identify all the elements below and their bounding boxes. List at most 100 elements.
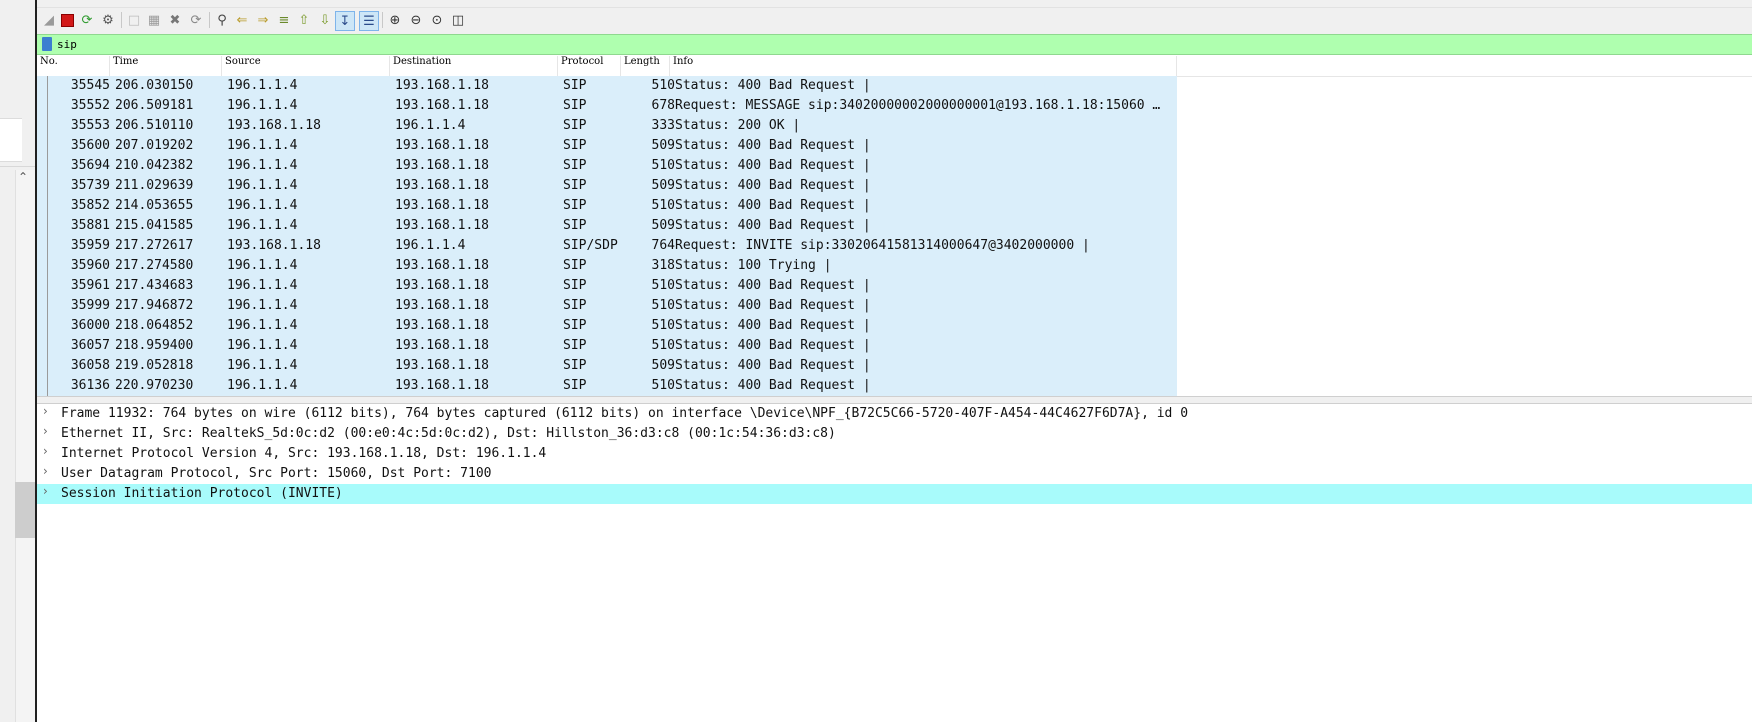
expand-arrow-icon[interactable]: › [43,404,48,418]
cell-proto: SIP/SDP [563,238,618,253]
cell-info: Status: 400 Bad Request | [675,138,871,153]
cell-proto: SIP [563,258,587,273]
table-row[interactable]: 36058 219.052818 196.1.1.4 193.168.1.18 SIP 5… [37,356,1177,376]
table-row[interactable]: 35552 206.509181 196.1.1.4 193.168.1.18 SIP 6… [37,96,1177,116]
cell-time: 206.510110 [115,118,194,133]
cell-src: 196.1.1.4 [227,318,298,333]
bookmark-icon[interactable] [42,37,52,51]
cell-dst: 193.168.1.18 [395,318,489,333]
column-header-info[interactable]: Info [670,56,1177,76]
detail-tree-item[interactable]: › Ethernet II, Src: RealtekS_5d:0c:d2 (00… [37,424,1752,444]
cell-len: 510 [651,158,675,173]
colorize-icon[interactable]: ☰ [359,11,379,31]
cell-proto: SIP [563,198,587,213]
pane-splitter[interactable] [37,396,1752,404]
cell-proto: SIP [563,118,587,133]
restart-icon[interactable]: ⟳ [78,11,96,29]
normal-size-icon[interactable]: ⊙ [428,11,446,29]
table-row[interactable]: 35999 217.946872 196.1.1.4 193.168.1.18 SIP 5… [37,296,1177,316]
close-file-icon[interactable]: ✖ [166,11,184,29]
detail-tree-item[interactable]: › Internet Protocol Version 4, Src: 193.1… [37,444,1752,464]
cell-len: 509 [651,358,675,373]
cell-src: 196.1.1.4 [227,298,298,313]
last-packet-icon[interactable]: ⇩ [316,11,334,29]
back-icon[interactable]: ⇐ [233,11,251,29]
cell-dst: 196.1.1.4 [395,238,466,253]
column-header-time[interactable]: Time [110,56,222,76]
cell-proto: SIP [563,98,587,113]
goto-packet-icon[interactable]: ≡ [275,11,293,29]
expand-arrow-icon[interactable]: › [43,484,48,498]
table-row[interactable]: 35545 206.030150 196.1.1.4 193.168.1.18 SIP 5… [37,76,1177,96]
column-header-protocol[interactable]: Protocol [558,56,621,76]
cell-len: 510 [651,78,675,93]
save-icon[interactable]: ▦ [145,11,163,29]
forward-icon[interactable]: ⇒ [254,11,272,29]
table-row[interactable]: 35881 215.041585 196.1.1.4 193.168.1.18 SIP 5… [37,216,1177,236]
options-icon[interactable]: ⚙ [99,11,117,29]
resize-columns-icon[interactable]: ◫ [449,11,467,29]
table-row[interactable]: 36136 220.970230 196.1.1.4 193.168.1.18 SIP 5… [37,376,1177,396]
column-header-length[interactable]: Length [621,56,670,76]
cell-len: 509 [651,218,675,233]
display-filter-input[interactable] [57,36,1737,52]
column-header-destination[interactable]: Destination [390,56,558,76]
cell-src: 196.1.1.4 [227,198,298,213]
cell-src: 196.1.1.4 [227,338,298,353]
cell-proto: SIP [563,278,587,293]
side-divider [0,166,36,167]
open-icon[interactable]: □ [125,11,143,29]
detail-tree-item[interactable]: › Session Initiation Protocol (INVITE) [37,484,1752,504]
cell-time: 214.053655 [115,198,194,213]
expand-arrow-icon[interactable]: › [43,424,48,438]
cell-dst: 193.168.1.18 [395,98,489,113]
cell-info: Status: 400 Bad Request | [675,198,871,213]
cell-dst: 193.168.1.18 [395,358,489,373]
cell-time: 217.946872 [115,298,194,313]
cell-proto: SIP [563,138,587,153]
table-row[interactable]: 35600 207.019202 196.1.1.4 193.168.1.18 SIP 5… [37,136,1177,156]
cell-len: 510 [651,318,675,333]
table-row[interactable]: 35961 217.434683 196.1.1.4 193.168.1.18 SIP 5… [37,276,1177,296]
table-row[interactable]: 35960 217.274580 196.1.1.4 193.168.1.18 SIP 3… [37,256,1177,276]
find-icon[interactable]: ⚲ [213,11,231,29]
column-header-source[interactable]: Source [222,56,390,76]
zoom-in-icon[interactable]: ⊕ [386,11,404,29]
cell-info: Status: 400 Bad Request | [675,78,871,93]
side-scrollbar-thumb[interactable] [15,482,36,538]
autoscroll-icon[interactable]: ↧ [335,11,355,31]
table-row[interactable]: 36000 218.064852 196.1.1.4 193.168.1.18 SIP 5… [37,316,1177,336]
detail-tree-item[interactable]: › User Datagram Protocol, Src Port: 15060… [37,464,1752,484]
cell-src: 196.1.1.4 [227,278,298,293]
expand-arrow-icon[interactable]: › [43,464,48,478]
collapse-caret-icon[interactable]: ⌃ [18,170,28,184]
shark-fin-icon[interactable]: ◢ [40,11,58,29]
cell-dst: 193.168.1.18 [395,198,489,213]
expand-arrow-icon[interactable]: › [43,444,48,458]
table-row[interactable]: 35694 210.042382 196.1.1.4 193.168.1.18 SIP 5… [37,156,1177,176]
reload-icon[interactable]: ⟳ [187,11,205,29]
cell-len: 510 [651,338,675,353]
zoom-out-icon[interactable]: ⊖ [407,11,425,29]
table-row[interactable]: 35553 206.510110 193.168.1.18 196.1.1.4 SIP 3… [37,116,1177,136]
cell-time: 217.274580 [115,258,194,273]
side-scrollbar[interactable] [15,170,37,722]
first-packet-icon[interactable]: ⇧ [295,11,313,29]
cell-time: 210.042382 [115,158,194,173]
packet-details: › Frame 11932: 764 bytes on wire (6112 bi… [37,404,1752,722]
cell-src: 196.1.1.4 [227,258,298,273]
cell-proto: SIP [563,378,587,393]
stop-icon[interactable] [58,11,76,29]
cell-info: Status: 400 Bad Request | [675,298,871,313]
table-row[interactable]: 35852 214.053655 196.1.1.4 193.168.1.18 SIP 5… [37,196,1177,216]
table-row[interactable]: 36057 218.959400 196.1.1.4 193.168.1.18 SIP 5… [37,336,1177,356]
side-field[interactable] [0,118,22,162]
detail-tree-item[interactable]: › Frame 11932: 764 bytes on wire (6112 bi… [37,404,1752,424]
table-row[interactable]: 35959 217.272617 193.168.1.18 196.1.1.4 SIP/… [37,236,1177,256]
column-header-no[interactable]: No. [37,56,110,76]
main-toolbar: ◢ ⟳ ⚙ □ ▦ ✖ ⟳ ⚲ ⇐ ⇒ ≡ ⇧ ⇩ ↧ ☰ ⊕ ⊖ ⊙ ◫ [37,8,1752,34]
packet-list-header: No. Time Source Destination Protocol Len… [37,56,1752,77]
table-row[interactable]: 35739 211.029639 196.1.1.4 193.168.1.18 SIP 5… [37,176,1177,196]
display-filter-bar [37,34,1752,55]
cell-src: 196.1.1.4 [227,378,298,393]
